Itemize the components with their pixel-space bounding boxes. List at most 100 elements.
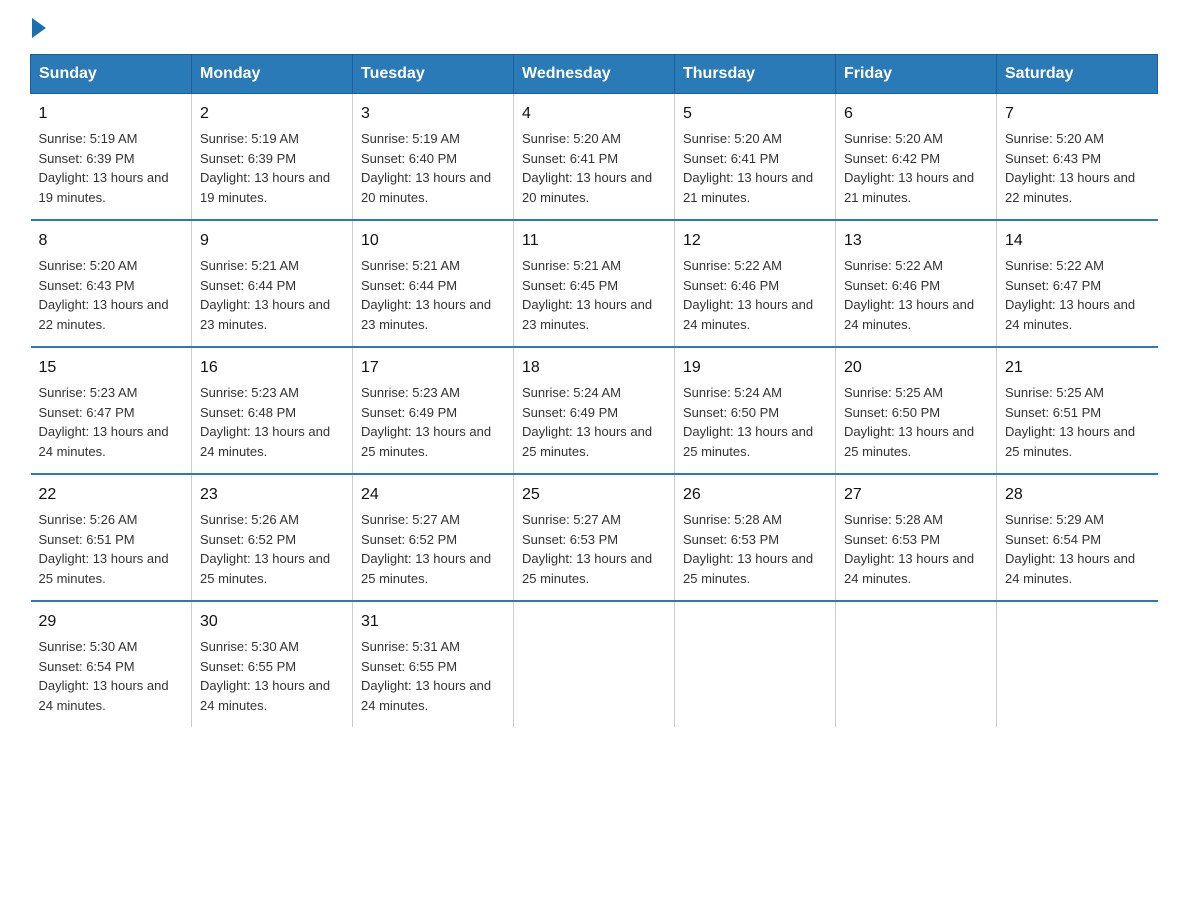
calendar-cell: 15 Sunrise: 5:23 AMSunset: 6:47 PMDayligh…	[31, 347, 192, 474]
calendar-cell: 11 Sunrise: 5:21 AMSunset: 6:45 PMDayligh…	[514, 220, 675, 347]
day-info: Sunrise: 5:20 AMSunset: 6:41 PMDaylight:…	[522, 129, 666, 207]
calendar-week-row: 8Sunrise: 5:20 AMSunset: 6:43 PMDaylight…	[31, 220, 1158, 347]
page-header	[30, 20, 1158, 34]
day-info: Sunrise: 5:19 AMSunset: 6:40 PMDaylight:…	[361, 129, 505, 207]
logo-arrow-icon	[32, 18, 46, 38]
day-info: Sunrise: 5:24 AMSunset: 6:49 PMDaylight:…	[522, 383, 666, 461]
calendar-cell: 24 Sunrise: 5:27 AMSunset: 6:52 PMDayligh…	[353, 474, 514, 601]
day-info: Sunrise: 5:27 AMSunset: 6:52 PMDaylight:…	[361, 510, 505, 588]
day-info: Sunrise: 5:27 AMSunset: 6:53 PMDaylight:…	[522, 510, 666, 588]
day-info: Sunrise: 5:20 AMSunset: 6:41 PMDaylight:…	[683, 129, 827, 207]
calendar-cell: 27Sunrise: 5:28 AMSunset: 6:53 PMDayligh…	[836, 474, 997, 601]
day-info: Sunrise: 5:21 AMSunset: 6:45 PMDaylight:…	[522, 256, 666, 334]
day-number: 21	[1005, 356, 1150, 380]
day-number: 31	[361, 610, 505, 634]
calendar-cell: 12 Sunrise: 5:22 AMSunset: 6:46 PMDayligh…	[675, 220, 836, 347]
calendar-cell: 10 Sunrise: 5:21 AMSunset: 6:44 PMDayligh…	[353, 220, 514, 347]
day-number: 22	[39, 483, 184, 507]
calendar-header-row: SundayMondayTuesdayWednesdayThursdayFrid…	[31, 55, 1158, 94]
day-number: 3	[361, 102, 505, 126]
calendar-cell	[514, 601, 675, 727]
day-number: 18	[522, 356, 666, 380]
calendar-cell: 13 Sunrise: 5:22 AMSunset: 6:46 PMDayligh…	[836, 220, 997, 347]
day-number: 24	[361, 483, 505, 507]
calendar-cell: 7 Sunrise: 5:20 AMSunset: 6:43 PMDaylight…	[997, 94, 1158, 221]
day-number: 7	[1005, 102, 1150, 126]
day-number: 13	[844, 229, 988, 253]
day-number: 14	[1005, 229, 1150, 253]
day-header-monday: Monday	[192, 55, 353, 94]
day-info: Sunrise: 5:26 AMSunset: 6:51 PMDaylight:…	[39, 510, 184, 588]
calendar-week-row: 22 Sunrise: 5:26 AMSunset: 6:51 PMDayligh…	[31, 474, 1158, 601]
day-number: 20	[844, 356, 988, 380]
day-info: Sunrise: 5:22 AMSunset: 6:46 PMDaylight:…	[683, 256, 827, 334]
day-number: 30	[200, 610, 344, 634]
calendar-cell: 21 Sunrise: 5:25 AMSunset: 6:51 PMDayligh…	[997, 347, 1158, 474]
day-number: 1	[39, 102, 184, 126]
day-header-thursday: Thursday	[675, 55, 836, 94]
calendar-cell: 22 Sunrise: 5:26 AMSunset: 6:51 PMDayligh…	[31, 474, 192, 601]
calendar-week-row: 1Sunrise: 5:19 AMSunset: 6:39 PMDaylight…	[31, 94, 1158, 221]
day-number: 9	[200, 229, 344, 253]
day-info: Sunrise: 5:20 AMSunset: 6:43 PMDaylight:…	[39, 256, 184, 334]
day-number: 27	[844, 483, 988, 507]
day-info: Sunrise: 5:31 AMSunset: 6:55 PMDaylight:…	[361, 637, 505, 715]
calendar-cell: 9 Sunrise: 5:21 AMSunset: 6:44 PMDaylight…	[192, 220, 353, 347]
day-number: 16	[200, 356, 344, 380]
calendar-cell: 26 Sunrise: 5:28 AMSunset: 6:53 PMDayligh…	[675, 474, 836, 601]
calendar-cell	[675, 601, 836, 727]
calendar-cell: 3 Sunrise: 5:19 AMSunset: 6:40 PMDaylight…	[353, 94, 514, 221]
calendar-cell: 31 Sunrise: 5:31 AMSunset: 6:55 PMDayligh…	[353, 601, 514, 727]
day-info: Sunrise: 5:29 AMSunset: 6:54 PMDaylight:…	[1005, 510, 1150, 588]
day-number: 28	[1005, 483, 1150, 507]
logo	[30, 20, 46, 34]
calendar-cell	[997, 601, 1158, 727]
calendar-cell: 1Sunrise: 5:19 AMSunset: 6:39 PMDaylight…	[31, 94, 192, 221]
day-number: 4	[522, 102, 666, 126]
calendar-cell: 8Sunrise: 5:20 AMSunset: 6:43 PMDaylight…	[31, 220, 192, 347]
day-number: 5	[683, 102, 827, 126]
day-info: Sunrise: 5:30 AMSunset: 6:55 PMDaylight:…	[200, 637, 344, 715]
day-info: Sunrise: 5:25 AMSunset: 6:51 PMDaylight:…	[1005, 383, 1150, 461]
calendar-cell: 25Sunrise: 5:27 AMSunset: 6:53 PMDayligh…	[514, 474, 675, 601]
day-header-sunday: Sunday	[31, 55, 192, 94]
day-info: Sunrise: 5:20 AMSunset: 6:42 PMDaylight:…	[844, 129, 988, 207]
day-number: 6	[844, 102, 988, 126]
day-info: Sunrise: 5:21 AMSunset: 6:44 PMDaylight:…	[361, 256, 505, 334]
day-header-tuesday: Tuesday	[353, 55, 514, 94]
day-info: Sunrise: 5:24 AMSunset: 6:50 PMDaylight:…	[683, 383, 827, 461]
day-number: 29	[39, 610, 184, 634]
day-info: Sunrise: 5:30 AMSunset: 6:54 PMDaylight:…	[39, 637, 184, 715]
day-info: Sunrise: 5:25 AMSunset: 6:50 PMDaylight:…	[844, 383, 988, 461]
calendar-cell: 6 Sunrise: 5:20 AMSunset: 6:42 PMDaylight…	[836, 94, 997, 221]
calendar-cell: 20 Sunrise: 5:25 AMSunset: 6:50 PMDayligh…	[836, 347, 997, 474]
calendar-cell: 5 Sunrise: 5:20 AMSunset: 6:41 PMDaylight…	[675, 94, 836, 221]
day-info: Sunrise: 5:23 AMSunset: 6:47 PMDaylight:…	[39, 383, 184, 461]
calendar-week-row: 29 Sunrise: 5:30 AMSunset: 6:54 PMDayligh…	[31, 601, 1158, 727]
day-number: 26	[683, 483, 827, 507]
calendar-cell	[836, 601, 997, 727]
day-info: Sunrise: 5:21 AMSunset: 6:44 PMDaylight:…	[200, 256, 344, 334]
day-info: Sunrise: 5:22 AMSunset: 6:46 PMDaylight:…	[844, 256, 988, 334]
day-number: 17	[361, 356, 505, 380]
day-number: 23	[200, 483, 344, 507]
calendar-cell: 30 Sunrise: 5:30 AMSunset: 6:55 PMDayligh…	[192, 601, 353, 727]
calendar-table: SundayMondayTuesdayWednesdayThursdayFrid…	[30, 54, 1158, 727]
calendar-week-row: 15 Sunrise: 5:23 AMSunset: 6:47 PMDayligh…	[31, 347, 1158, 474]
calendar-cell: 23Sunrise: 5:26 AMSunset: 6:52 PMDayligh…	[192, 474, 353, 601]
day-info: Sunrise: 5:20 AMSunset: 6:43 PMDaylight:…	[1005, 129, 1150, 207]
day-number: 15	[39, 356, 184, 380]
day-number: 10	[361, 229, 505, 253]
day-info: Sunrise: 5:22 AMSunset: 6:47 PMDaylight:…	[1005, 256, 1150, 334]
day-number: 2	[200, 102, 344, 126]
calendar-cell: 2Sunrise: 5:19 AMSunset: 6:39 PMDaylight…	[192, 94, 353, 221]
day-number: 12	[683, 229, 827, 253]
calendar-cell: 16 Sunrise: 5:23 AMSunset: 6:48 PMDayligh…	[192, 347, 353, 474]
day-number: 11	[522, 229, 666, 253]
day-info: Sunrise: 5:28 AMSunset: 6:53 PMDaylight:…	[683, 510, 827, 588]
day-header-saturday: Saturday	[997, 55, 1158, 94]
calendar-cell: 4 Sunrise: 5:20 AMSunset: 6:41 PMDaylight…	[514, 94, 675, 221]
day-header-wednesday: Wednesday	[514, 55, 675, 94]
calendar-cell: 19Sunrise: 5:24 AMSunset: 6:50 PMDayligh…	[675, 347, 836, 474]
day-info: Sunrise: 5:23 AMSunset: 6:48 PMDaylight:…	[200, 383, 344, 461]
